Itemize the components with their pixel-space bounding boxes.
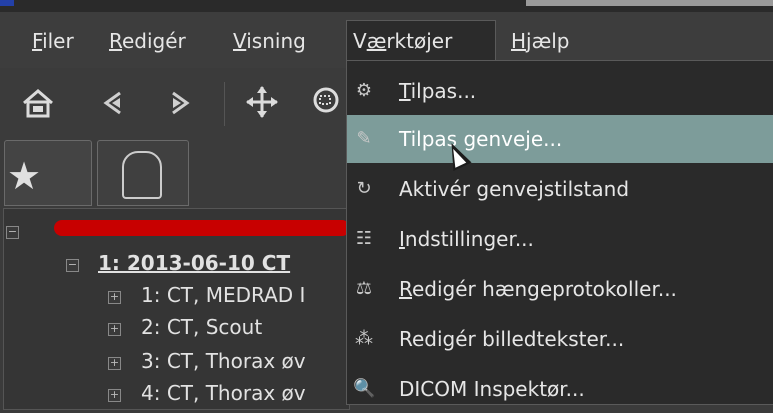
menu-item-haengeprotokoller-text: edigér hængeprotokoller... xyxy=(412,277,677,301)
expander-patient[interactable]: − xyxy=(6,226,19,239)
zoom-icon[interactable] xyxy=(310,84,346,126)
move-icon[interactable] xyxy=(244,84,280,126)
back-icon[interactable] xyxy=(98,88,128,124)
forward-icon[interactable] xyxy=(165,88,195,124)
menu-visning-mnemonic: V xyxy=(233,29,247,53)
menu-hjaelp[interactable]: Hjælp xyxy=(505,20,576,62)
title-bar-fragment xyxy=(526,0,773,6)
menu-item-aktiver-label: Aktivér genvejstilstand xyxy=(399,177,630,201)
settings-sliders-icon: ☷ xyxy=(355,228,373,249)
menu-item-haengeprotokoller-label: Redigér hængeprotokoller... xyxy=(399,265,677,313)
customize-icon: ⚙ xyxy=(355,80,373,101)
menu-visning[interactable]: Visning xyxy=(227,20,312,62)
menu-item-rediger-haengeprotokoller[interactable]: ⚖ Redigér hængeprotokoller... xyxy=(347,265,773,313)
menu-filer-mnemonic: F xyxy=(32,29,43,53)
tree-series-2[interactable]: 2: CT, Scout xyxy=(141,315,262,339)
redaction-mark xyxy=(54,220,350,236)
expander-series-1[interactable]: + xyxy=(108,291,121,304)
tree-study[interactable]: 1: 2013-06-10 CT xyxy=(98,251,290,275)
menu-vaerktojer-label: rktøjer xyxy=(386,29,453,53)
menu-item-dicom-inspektor[interactable]: 🔍 DICOM Inspektør... xyxy=(347,365,773,413)
menu-item-tilpas-label: Tilpas... xyxy=(399,67,476,115)
menu-item-dicom-label: DICOM Inspektør... xyxy=(399,377,585,401)
menu-vaerktojer-mnemonic: æ xyxy=(366,29,387,53)
menu-item-tilpas-genveje[interactable]: ✎ Tilpas genveje... xyxy=(347,115,773,163)
expander-study[interactable]: − xyxy=(66,259,79,272)
captions-icon: ⁂ xyxy=(355,328,373,349)
expander-series-2[interactable]: + xyxy=(108,323,121,336)
menu-filer-label: iler xyxy=(42,29,74,53)
menu-item-rediger-billedtekster[interactable]: ⁂ Redigér billedtekster... xyxy=(347,315,773,363)
menu-rediger-mnemonic: R xyxy=(109,29,122,53)
menu-item-indstillinger[interactable]: ☷ Indstillinger... xyxy=(347,215,773,263)
tree-series-4[interactable]: 4: CT, Thorax øv xyxy=(141,381,306,405)
shortcut-icon: ✎ xyxy=(356,128,372,149)
menu-visning-label: isning xyxy=(246,29,306,53)
menu-item-indstillinger-text: ndstillinger... xyxy=(404,227,534,251)
expander-series-4[interactable]: + xyxy=(108,389,121,402)
menu-item-haengeprotokoller-mnemonic: R xyxy=(399,277,412,301)
menu-rediger-label: edigér xyxy=(122,29,186,53)
tree-series-3[interactable]: 3: CT, Thorax øv xyxy=(141,349,306,373)
menu-item-tilpas-text: ilpas... xyxy=(410,79,477,103)
tab-favorites[interactable]: ★ xyxy=(4,140,92,206)
window-top-edge xyxy=(0,0,773,12)
menu-hjaelp-mnemonic: H xyxy=(511,29,527,53)
menu-item-aktiver-genvejstilstand[interactable]: ↻ Aktivér genvejstilstand xyxy=(347,165,773,213)
expander-series-3[interactable]: + xyxy=(108,357,121,370)
menu-item-tilpas-mnemonic: T xyxy=(399,79,411,103)
toolbar-separator xyxy=(224,82,225,126)
star-icon: ★ xyxy=(7,154,42,198)
patient-head-icon xyxy=(122,151,162,199)
menu-item-billedtekster-label: Redigér billedtekster... xyxy=(399,327,625,351)
dicom-inspector-icon: 🔍 xyxy=(353,378,376,399)
window-icon-fragment xyxy=(0,0,14,6)
menu-vaerktojer-prefix: V xyxy=(353,29,367,53)
panel-tabs: ★ xyxy=(0,140,360,206)
vaerktojer-dropdown: ⚙ Tilpas... ✎ Tilpas genveje... ↻ Aktivé… xyxy=(346,60,773,405)
menu-item-indstillinger-label: Indstillinger... xyxy=(399,215,534,263)
menu-item-tilpas[interactable]: ⚙ Tilpas... xyxy=(347,67,773,115)
menu-item-tilpas-genveje-label: Tilpas genveje... xyxy=(399,127,563,151)
shortcut-mode-icon: ↻ xyxy=(356,178,372,199)
menu-rediger[interactable]: Redigér xyxy=(103,20,192,62)
hanging-protocol-icon: ⚖ xyxy=(355,278,373,299)
menu-hjaelp-label: jælp xyxy=(526,29,570,53)
study-tree: − − 1: 2013-06-10 CT + 1: CT, MEDRAD I +… xyxy=(3,208,350,410)
tree-series-1[interactable]: 1: CT, MEDRAD I xyxy=(141,283,305,307)
tab-patients[interactable] xyxy=(97,140,189,206)
menu-vaerktojer[interactable]: Værktøjer xyxy=(346,20,496,63)
home-icon[interactable] xyxy=(20,85,56,127)
menu-filer[interactable]: Filer xyxy=(26,20,80,62)
